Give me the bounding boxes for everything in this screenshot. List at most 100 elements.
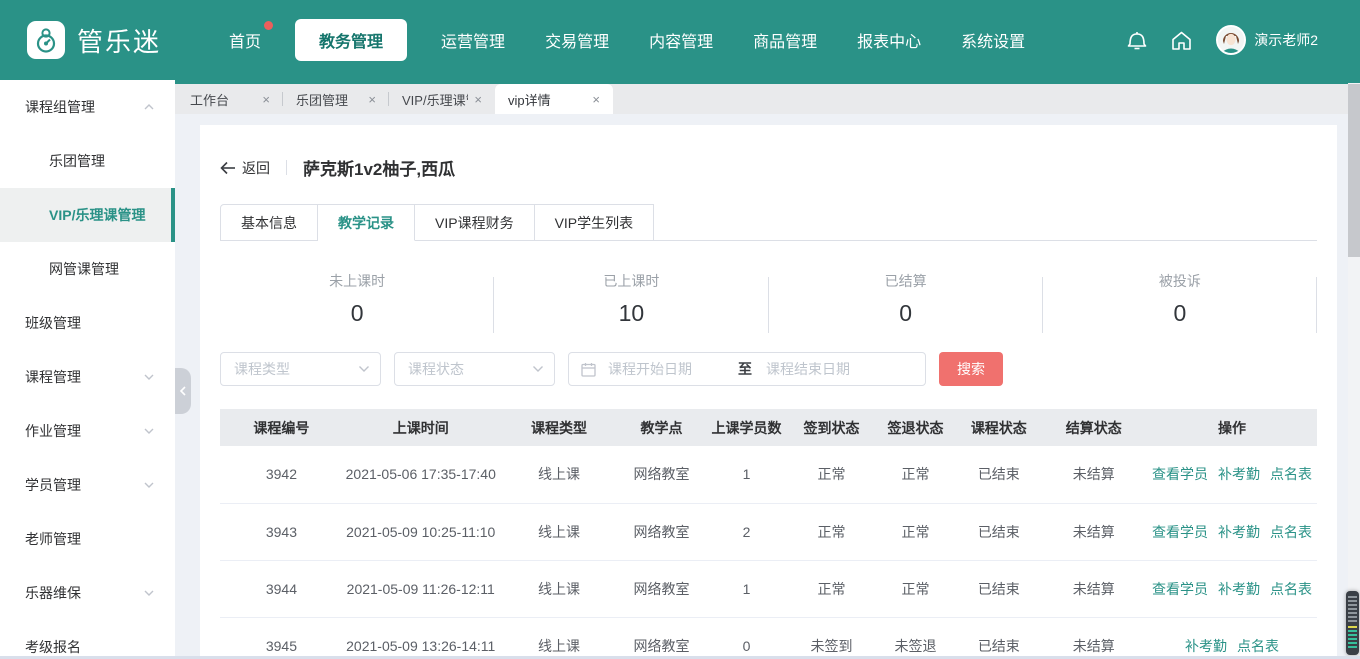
close-icon[interactable]: × bbox=[592, 92, 600, 107]
session-tab[interactable]: vip详情 × bbox=[495, 84, 613, 114]
session-tab-label: vip详情 bbox=[508, 90, 586, 109]
table-header-cell: 签退状态 bbox=[874, 409, 957, 446]
search-button[interactable]: 搜索 bbox=[939, 352, 1003, 386]
action-link[interactable]: 补考勤 bbox=[1185, 638, 1227, 654]
chevron-up-icon bbox=[143, 101, 155, 113]
close-icon[interactable]: × bbox=[262, 92, 270, 107]
table-header-cell: 课程编号 bbox=[220, 409, 343, 446]
nav-menu-item[interactable]: 商品管理 bbox=[753, 28, 817, 52]
home-icon[interactable] bbox=[1170, 28, 1194, 52]
sidebar-item[interactable]: 乐团管理 bbox=[0, 134, 175, 188]
scrollbar-thumb[interactable] bbox=[1348, 84, 1360, 257]
table-header-cell: 签到状态 bbox=[789, 409, 873, 446]
close-icon[interactable]: × bbox=[368, 92, 376, 107]
course-type-placeholder: 课程类型 bbox=[234, 359, 358, 379]
cell-time: 2021-05-09 13:26-14:11 bbox=[343, 617, 499, 659]
sidebar-item[interactable]: VIP/乐理课管理 bbox=[0, 188, 175, 242]
cell-course-id: 3942 bbox=[220, 446, 343, 503]
nav-menu-item-label: 内容管理 bbox=[649, 34, 713, 51]
date-range-picker[interactable]: 至 bbox=[568, 352, 926, 386]
nav-menu-item[interactable]: 首页 bbox=[229, 28, 261, 52]
nav-menu-item[interactable]: 内容管理 bbox=[649, 28, 713, 52]
table-header-cell: 教学点 bbox=[619, 409, 703, 446]
action-link[interactable]: 点名表 bbox=[1270, 524, 1312, 540]
sidebar-item-label: 作业管理 bbox=[25, 421, 81, 441]
sidebar-item[interactable]: 网管课管理 bbox=[0, 242, 175, 296]
detail-tab[interactable]: 教学记录 bbox=[318, 204, 415, 241]
detail-tab[interactable]: 基本信息 bbox=[220, 204, 318, 241]
sidebar-item[interactable]: 乐器维保 bbox=[0, 566, 175, 620]
vertical-scrollbar[interactable] bbox=[1348, 83, 1360, 656]
sidebar-item[interactable]: 学员管理 bbox=[0, 458, 175, 512]
bell-icon[interactable] bbox=[1126, 28, 1150, 52]
detail-tab[interactable]: VIP学生列表 bbox=[535, 204, 655, 241]
session-tab[interactable]: 乐团管理 × bbox=[283, 84, 389, 114]
nav-menu-item-label: 交易管理 bbox=[545, 34, 609, 51]
nav-menu-item[interactable]: 交易管理 bbox=[545, 28, 609, 52]
sidebar-item[interactable]: 班级管理 bbox=[0, 296, 175, 350]
cell-course-type: 线上课 bbox=[499, 446, 620, 503]
detail-tab[interactable]: VIP课程财务 bbox=[415, 204, 535, 241]
table-header-cell: 操作 bbox=[1147, 409, 1317, 446]
sidebar-item[interactable]: 老师管理 bbox=[0, 512, 175, 566]
nav-menu-item[interactable]: 系统设置 bbox=[961, 28, 1025, 52]
sidebar-item[interactable]: 课程组管理 bbox=[0, 80, 175, 134]
session-tab-label: 工作台 bbox=[190, 90, 256, 109]
action-link[interactable]: 补考勤 bbox=[1218, 524, 1260, 540]
back-button[interactable]: 返回 bbox=[220, 158, 270, 178]
stat-label: 已结算 bbox=[769, 271, 1043, 291]
action-link[interactable]: 补考勤 bbox=[1218, 466, 1260, 482]
cell-checkin-status: 正常 bbox=[789, 446, 873, 503]
user-name[interactable]: 演示老师2 bbox=[1254, 30, 1318, 50]
date-separator: 至 bbox=[738, 359, 752, 379]
course-status-select[interactable]: 课程状态 bbox=[394, 352, 555, 386]
cell-course-status: 已结束 bbox=[957, 617, 1040, 659]
sidebar-collapse-handle[interactable] bbox=[175, 368, 191, 414]
back-arrow-icon bbox=[220, 161, 236, 175]
cell-actions: 查看学员补考勤点名表 bbox=[1147, 503, 1317, 560]
table-row: 3943 2021-05-09 10:25-11:10 线上课 网络教室 2 正… bbox=[220, 503, 1317, 560]
sidebar-item[interactable]: 课程管理 bbox=[0, 350, 175, 404]
action-link[interactable]: 查看学员 bbox=[1152, 466, 1208, 482]
notification-dot bbox=[264, 21, 273, 30]
course-type-select[interactable]: 课程类型 bbox=[220, 352, 381, 386]
detail-tab-label: VIP学生列表 bbox=[555, 213, 634, 233]
action-link[interactable]: 点名表 bbox=[1270, 581, 1312, 597]
table-header-cell: 课程状态 bbox=[957, 409, 1040, 446]
sidebar-item-label: VIP/乐理课管理 bbox=[49, 205, 145, 225]
sidebar-item-label: 班级管理 bbox=[25, 313, 81, 333]
sidebar-item-label: 乐器维保 bbox=[25, 583, 81, 603]
action-link[interactable]: 查看学员 bbox=[1152, 524, 1208, 540]
cell-checkin-status: 正常 bbox=[789, 503, 873, 560]
course-status-placeholder: 课程状态 bbox=[408, 359, 532, 379]
gourd-logo-icon bbox=[33, 26, 59, 54]
chevron-down-icon bbox=[532, 365, 544, 373]
nav-menu-item-label: 首页 bbox=[229, 34, 261, 51]
user-avatar[interactable] bbox=[1216, 25, 1246, 55]
session-tab[interactable]: 工作台 × bbox=[177, 84, 283, 114]
date-end-input[interactable] bbox=[766, 361, 894, 377]
session-tab[interactable]: VIP/乐理课管理 × bbox=[389, 84, 495, 114]
date-start-input[interactable] bbox=[608, 361, 736, 377]
cell-actions: 查看学员补考勤点名表 bbox=[1147, 446, 1317, 503]
stat-value: 0 bbox=[220, 300, 494, 327]
nav-menu-item[interactable]: 教务管理 bbox=[295, 19, 407, 61]
sidebar-item[interactable]: 作业管理 bbox=[0, 404, 175, 458]
cell-course-status: 已结束 bbox=[957, 446, 1040, 503]
meter-gray-bars bbox=[1348, 596, 1357, 624]
cell-settle-status: 未结算 bbox=[1041, 617, 1147, 659]
action-link[interactable]: 点名表 bbox=[1237, 638, 1279, 654]
nav-menu-item[interactable]: 报表中心 bbox=[857, 28, 921, 52]
close-icon[interactable]: × bbox=[474, 92, 482, 107]
cell-settle-status: 未结算 bbox=[1041, 446, 1147, 503]
app-logo[interactable] bbox=[27, 21, 65, 59]
nav-menu-item[interactable]: 运营管理 bbox=[441, 28, 505, 52]
cell-checkout-status: 正常 bbox=[874, 503, 957, 560]
action-link[interactable]: 查看学员 bbox=[1152, 581, 1208, 597]
chevron-down-icon bbox=[143, 371, 155, 383]
nav-menu-item-label: 系统设置 bbox=[961, 34, 1025, 51]
sidebar-item[interactable]: 考级报名 bbox=[0, 620, 175, 659]
action-link[interactable]: 点名表 bbox=[1270, 466, 1312, 482]
stat-label: 未上课时 bbox=[220, 271, 494, 291]
action-link[interactable]: 补考勤 bbox=[1218, 581, 1260, 597]
